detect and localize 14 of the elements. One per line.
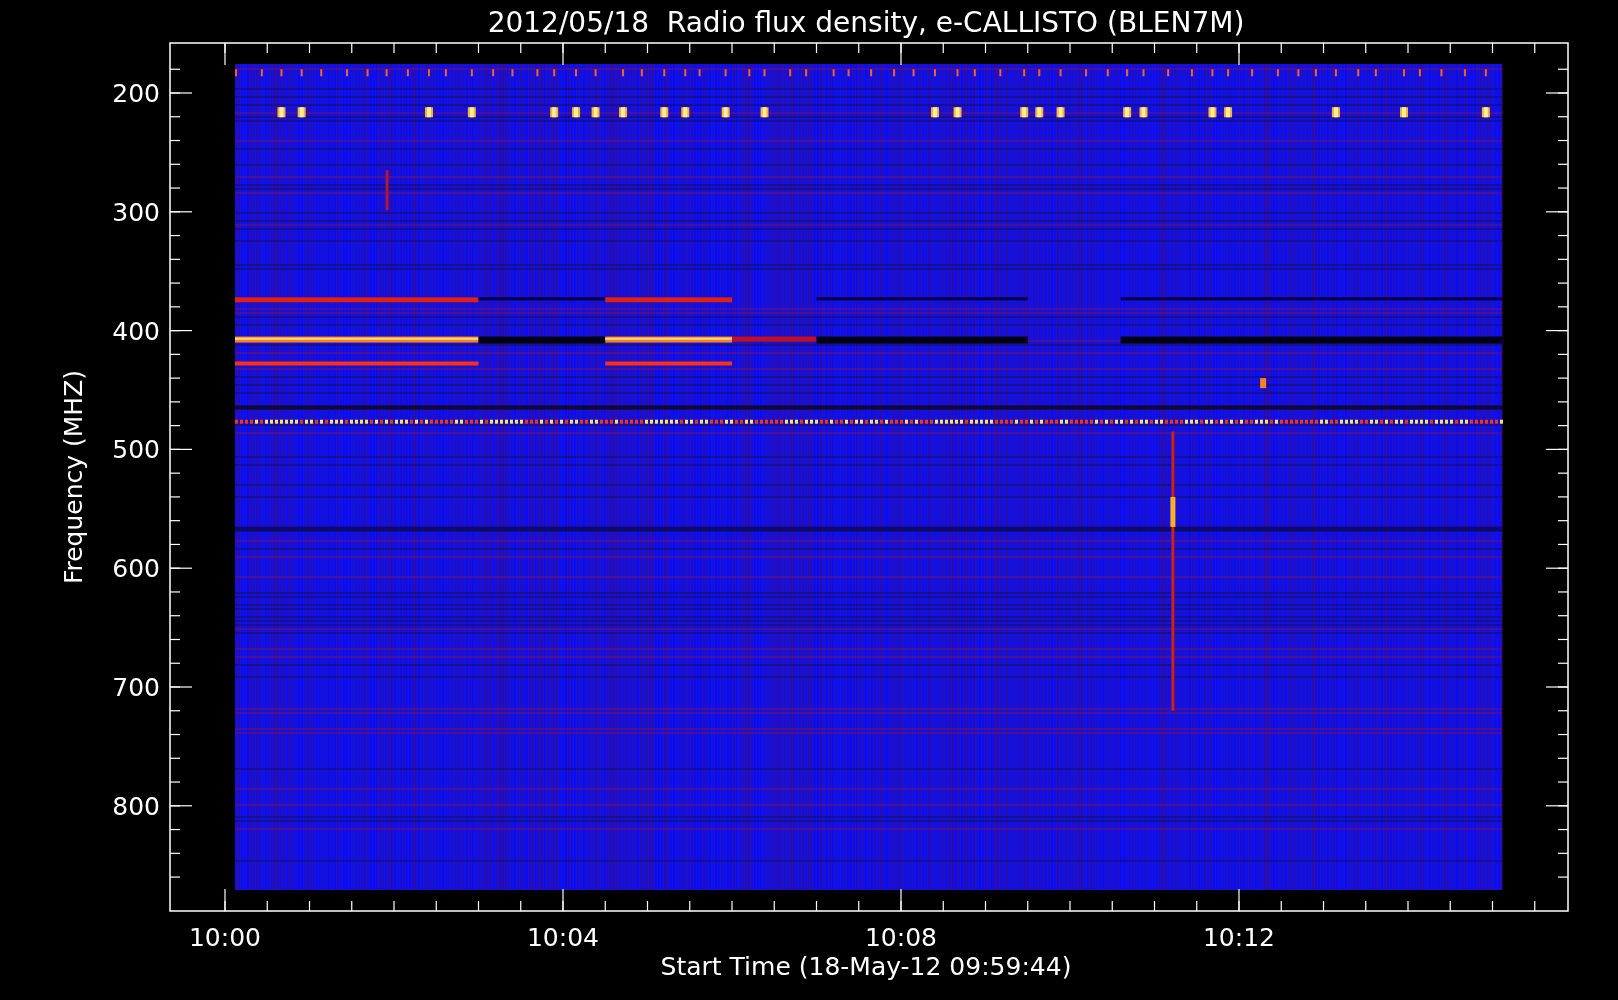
x-tick-label: 10:12	[1203, 923, 1275, 952]
y-tick-label: 400	[112, 316, 160, 346]
y-tick-label: 800	[112, 791, 160, 821]
y-tick-label: 200	[112, 79, 160, 108]
x-tick-label: 10:04	[527, 923, 599, 952]
y-axis-label: Frequency (MHZ)	[59, 369, 88, 585]
y-tick-label: 600	[112, 554, 160, 584]
x-axis-label: Start Time (18-May-12 09:59:44)	[660, 952, 1072, 981]
x-tick-label: 10:08	[865, 923, 937, 952]
y-tick-label: 300	[112, 197, 160, 227]
y-tick-label: 700	[112, 673, 160, 702]
x-tick-label: 10:00	[189, 923, 261, 952]
y-tick-label: 500	[112, 435, 160, 465]
chart-title: 2012/05/18 Radio flux density, e-CALLISTO (BLEN7M)	[487, 6, 1245, 39]
